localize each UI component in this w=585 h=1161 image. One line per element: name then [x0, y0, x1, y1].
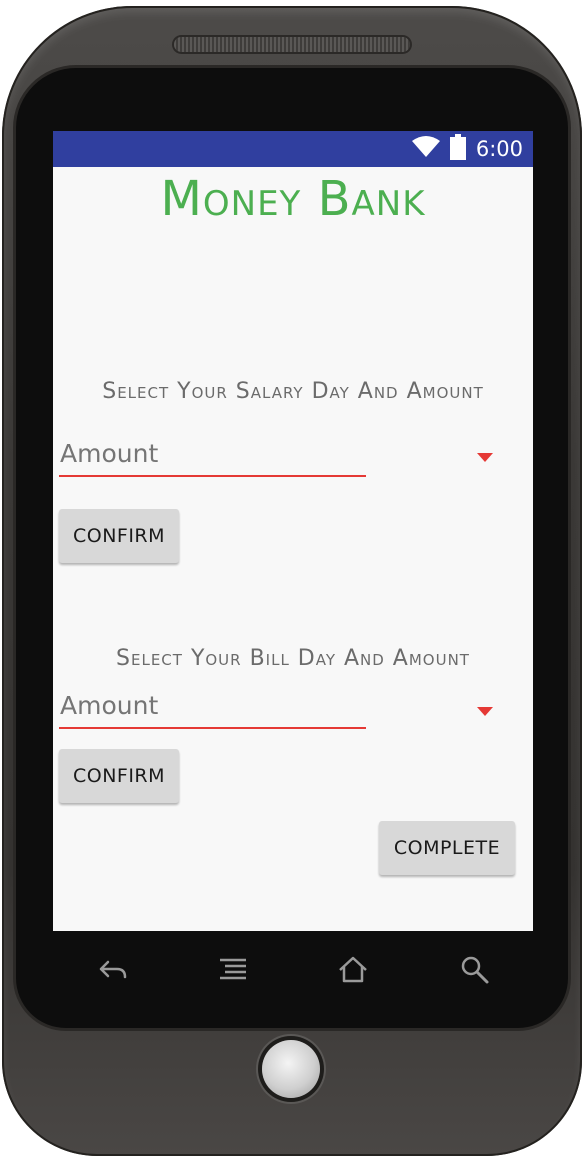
status-clock: 6:00 — [475, 137, 523, 161]
salary-spinner-value: Amount — [60, 439, 159, 468]
salary-spinner-underline — [59, 475, 366, 477]
salary-section-label: Select Your Salary Day And Amount — [102, 379, 484, 404]
bill-section-label: Select Your Bill Day And Amount — [116, 646, 470, 671]
menu-icon[interactable] — [216, 953, 250, 987]
hardware-home-button[interactable] — [262, 1040, 320, 1098]
dropdown-arrow-icon — [477, 707, 493, 716]
bill-spinner-value: Amount — [60, 691, 159, 720]
salary-confirm-button[interactable]: CONFIRM — [59, 509, 179, 563]
complete-button[interactable]: COMPLETE — [379, 821, 515, 875]
bill-spinner-underline — [59, 727, 366, 729]
home-icon[interactable] — [336, 953, 370, 987]
battery-icon — [449, 134, 466, 164]
app-title: Money Bank — [160, 171, 426, 227]
bill-amount-spinner[interactable]: Amount — [59, 689, 499, 729]
app-screen: 6:00 Money Bank Select Your Salary Day A… — [53, 131, 533, 931]
status-icons: 6:00 — [411, 131, 523, 167]
salary-amount-spinner[interactable]: Amount — [59, 437, 499, 477]
search-icon[interactable] — [458, 953, 492, 987]
navigation-bar — [53, 931, 533, 1007]
back-icon[interactable] — [95, 953, 129, 987]
dropdown-arrow-icon — [477, 453, 493, 462]
earpiece-speaker — [174, 37, 410, 52]
status-bar: 6:00 — [53, 131, 533, 167]
wifi-icon — [411, 136, 440, 162]
bill-confirm-button[interactable]: CONFIRM — [59, 749, 179, 803]
